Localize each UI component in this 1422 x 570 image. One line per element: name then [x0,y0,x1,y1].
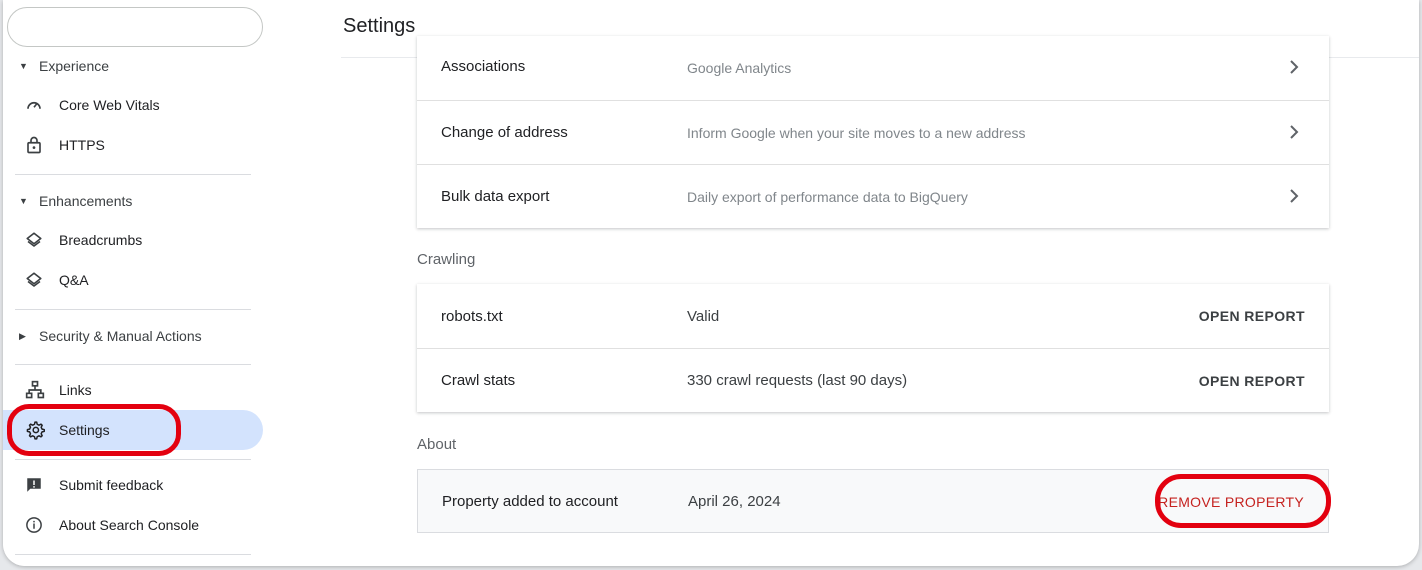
sidebar-item-label: HTTPS [59,137,105,153]
sidebar-item-breadcrumbs[interactable]: Breadcrumbs [3,220,263,260]
row-label: Change of address [441,124,568,141]
sidebar-item-core-web-vitals[interactable]: Core Web Vitals [3,85,263,125]
crawling-card: robots.txt Valid OPEN REPORT Crawl stats… [417,284,1329,412]
section-label: Security & Manual Actions [39,328,202,344]
divider [15,309,251,310]
sidebar-item-label: Submit feedback [59,477,164,493]
divider [15,459,251,460]
remove-property-button[interactable]: REMOVE PROPERTY [1158,494,1304,510]
settings-row-bulk-data-export[interactable]: Bulk data export Daily export of perform… [417,164,1329,228]
row-description: Google Analytics [687,60,792,76]
section-toggle-security[interactable]: ▶ Security & Manual Actions [19,325,202,347]
about-label: Property added to account [442,493,618,510]
sidebar-item-label: Q&A [59,272,89,288]
divider [15,364,251,365]
row-description: Daily export of performance data to BigQ… [687,188,968,205]
open-report-button[interactable]: OPEN REPORT [1199,308,1305,324]
sidebar-item-label: About Search Console [59,517,200,533]
divider [15,174,251,175]
caret-down-icon: ▼ [19,61,28,71]
settings-row-change-of-address[interactable]: Change of address Inform Google when you… [417,100,1329,164]
about-date: April 26, 2024 [688,493,781,510]
sidebar-item-qa[interactable]: Q&A [3,260,263,300]
caret-down-icon: ▼ [19,196,28,206]
sidebar-item-settings[interactable]: Settings [3,410,263,450]
sidebar-item-label: Breadcrumbs [59,232,143,248]
app-window: ▼ Experience Core Web Vitals HTTPS ▼ Enh… [3,0,1419,566]
section-toggle-experience[interactable]: ▼ Experience [19,55,109,77]
row-label: robots.txt [441,307,503,325]
lock-icon [25,135,59,155]
sidebar-item-https[interactable]: HTTPS [3,125,263,165]
sidebar-item-submit-feedback[interactable]: Submit feedback [3,465,263,505]
crawling-row-robots: robots.txt Valid OPEN REPORT [417,284,1329,348]
info-icon [25,516,59,534]
chevron-right-icon [1290,189,1299,203]
open-report-button[interactable]: OPEN REPORT [1199,373,1305,389]
chevron-right-icon [1290,60,1299,74]
row-value: Valid [687,307,720,325]
page-title: Settings [343,15,416,37]
section-toggle-enhancements[interactable]: ▼ Enhancements [19,190,132,212]
about-card: Property added to account April 26, 2024… [417,469,1329,533]
sidebar-item-label: Core Web Vitals [59,97,160,113]
section-label: Experience [39,58,110,74]
gauge-icon [25,96,59,114]
row-value: 330 crawl requests (last 90 days) [687,372,908,389]
sidebar-item-links[interactable]: Links [3,370,263,410]
row-label: Associations [441,58,526,75]
sidebar-item-label: Settings [59,422,110,438]
gear-icon [25,420,59,440]
search-input[interactable] [7,7,263,47]
row-label: Bulk data export [441,188,550,205]
layers-icon [25,231,59,249]
section-heading-crawling: Crawling [417,251,476,268]
row-description: Inform Google when your site moves to a … [687,124,1026,141]
settings-row-associations[interactable]: Associations Google Analytics [417,36,1329,100]
crawling-row-crawl-stats: Crawl stats 330 crawl requests (last 90 … [417,348,1329,412]
sidebar-item-about[interactable]: About Search Console [3,505,263,545]
caret-right-icon: ▶ [19,330,26,341]
layers-icon [25,271,59,289]
sidebar-item-label: Links [59,382,92,398]
sitemap-icon [25,380,59,400]
feedback-icon [25,476,59,494]
divider [15,554,251,555]
sidebar: ▼ Experience Core Web Vitals HTTPS ▼ Enh… [3,0,265,566]
row-label: Crawl stats [441,372,516,389]
general-settings-card: Associations Google Analytics Change of … [417,36,1329,228]
section-label: Enhancements [39,193,133,209]
section-heading-about: About [417,436,457,453]
chevron-right-icon [1290,125,1299,139]
